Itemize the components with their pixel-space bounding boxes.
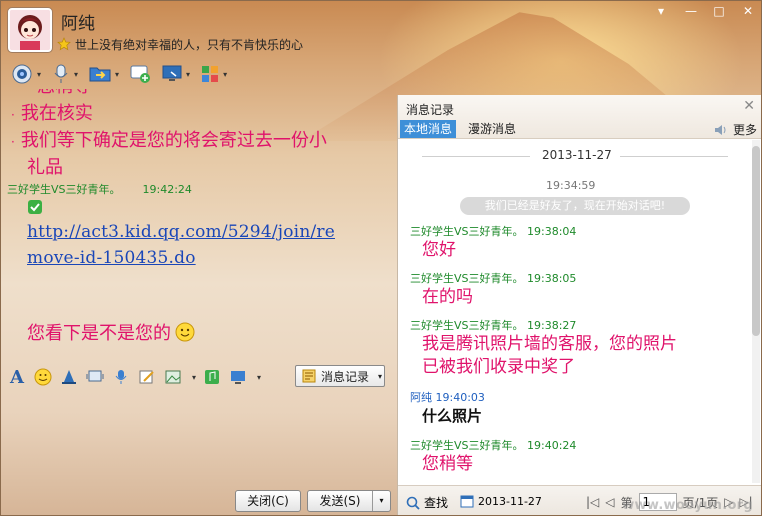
send-options-dropdown[interactable]: ▾ [372,491,390,511]
minimize-icon: — [685,4,697,18]
avatar[interactable] [8,8,52,52]
image-icon[interactable] [163,367,183,387]
phishing-link[interactable]: http://act3.kid.qq.com/5294/join/re [1,219,395,245]
close-icon: ✕ [742,4,754,18]
page-number-input[interactable] [638,493,677,511]
message-header: 三好学生VS三好青年。 19:42:24 [7,183,192,196]
tab-roaming-messages[interactable]: 漫游消息 [468,120,516,138]
history-panel: 消息记录 ✕ 本地消息 漫游消息 更多 2013-11-27 19:34:59 … [397,95,761,515]
first-page-icon[interactable]: |◁ [586,495,599,509]
search-button[interactable]: 查找 [406,494,448,511]
voice-call-button[interactable]: ▾ [48,62,81,86]
history-header: 消息记录 ✕ 本地消息 漫游消息 更多 [398,95,761,139]
date-picker[interactable]: 2013-11-27 [460,494,542,508]
more-button[interactable]: 更多 [713,121,757,138]
prev-page-icon[interactable]: ◁ [605,495,614,509]
history-entry: 三好学生VS三好青年。 19:40:24 您稍等 [410,439,577,474]
message-history-button[interactable]: 消息记录 ▾ [295,365,385,387]
last-message: 您看下是不是您的 [27,319,195,345]
date-divider: 2013-11-27 [398,148,752,164]
screenshot-icon[interactable] [228,367,248,387]
history-message-list[interactable]: 2013-11-27 19:34:59 我们已经是好友了，现在开始对话吧! 三好… [398,140,752,483]
history-scrollbar[interactable] [752,140,760,483]
history-entry: 三好学生VS三好青年。 19:38:05 在的吗 [410,272,577,307]
microphone-icon [54,64,68,83]
close-button[interactable]: 关闭(C) [235,490,301,512]
chat-message-line: 礼品 [27,157,63,178]
last-page-icon[interactable]: ▷| [739,495,752,509]
signature-text: 世上没有绝对幸福的人，只有不肯快乐的心 [75,38,304,52]
main-toolbar: ▾ ▾ ▾ ▾ ▾ [7,61,230,87]
close-icon[interactable]: ✕ [743,98,755,114]
history-icon [302,369,316,383]
close-window-button[interactable]: ✕ [733,3,761,21]
history-entry: 阿纯 19:40:03 什么照片 [410,391,485,425]
emoji-icon[interactable] [33,367,53,387]
calendar-icon [460,495,474,508]
chat-window: 阿纯 世上没有绝对幸福的人，只有不肯快乐的心 ▾ — □ ✕ ▾ ▾ ▾ ▾ ▾ [0,0,762,516]
history-time: 19:34:59 [546,179,596,192]
window-menu-button[interactable]: ▾ [649,3,673,21]
history-title: 消息记录 [406,103,455,117]
check-emoji-icon [1,199,395,219]
remote-desktop-button[interactable]: ▾ [158,62,193,86]
screen-shake-icon[interactable] [85,367,105,387]
history-entry: 三好学生VS三好青年。 19:38:04 您好 [410,225,577,260]
music-icon[interactable] [202,367,222,387]
doodle-icon[interactable] [137,367,157,387]
maximize-button[interactable]: □ [705,3,733,21]
system-message: 我们已经是好友了，现在开始对话吧! [460,197,690,215]
speaker-icon [714,124,726,135]
smiley-icon [175,322,195,342]
magic-hat-icon[interactable] [59,367,79,387]
history-footer: 查找 2013-11-27 |◁ ◁ 第 页/1页 ▷ ▷| [398,485,761,515]
contact-name: 阿纯 [61,14,95,34]
search-icon [406,496,420,510]
chat-message-line: · 我们等下确定是您的将会寄过去一份小 [11,130,327,151]
message-input[interactable] [1,391,395,483]
star-icon[interactable] [57,37,71,51]
chevron-down-icon: ▾ [657,4,665,18]
voice-message-icon[interactable] [111,367,131,387]
camera-icon [12,64,32,84]
history-entry: 三好学生VS三好青年。 19:38:27 我是腾讯照片墙的客服，您的照片 已被我… [410,319,677,377]
chevron-down-icon: ▾ [378,371,383,381]
send-button[interactable]: 发送(S) ▾ [307,490,391,512]
phishing-link-cont[interactable]: move-id-150435.do [1,245,395,271]
input-toolbar: A ▾ ▾ [7,365,261,389]
folder-icon [89,67,111,82]
next-page-icon[interactable]: ▷ [724,495,733,509]
chat-message-line: · 我在核实 [11,103,93,124]
partial-message: 您稍等 [27,89,91,100]
page-navigation: |◁ ◁ 第 页/1页 ▷ ▷| [586,493,753,511]
tab-local-messages[interactable]: 本地消息 [400,120,457,138]
create-discussion-button[interactable] [126,62,154,86]
scrollbar-thumb[interactable] [752,146,760,336]
apps-button[interactable]: ▾ [197,62,230,86]
font-icon[interactable]: A [7,367,27,388]
apps-grid-icon [202,66,219,82]
chat-add-icon [130,65,151,83]
monitor-icon [162,65,182,81]
video-call-button[interactable]: ▾ [7,62,44,86]
chat-message-area[interactable]: 您稍等 ·我在核实 ·我们等下确定是您的将会寄过去一份小 礼品 三好学生VS三好… [1,89,395,361]
file-transfer-button[interactable]: ▾ [85,62,122,86]
minimize-button[interactable]: — [677,3,705,21]
maximize-icon: □ [713,4,725,18]
